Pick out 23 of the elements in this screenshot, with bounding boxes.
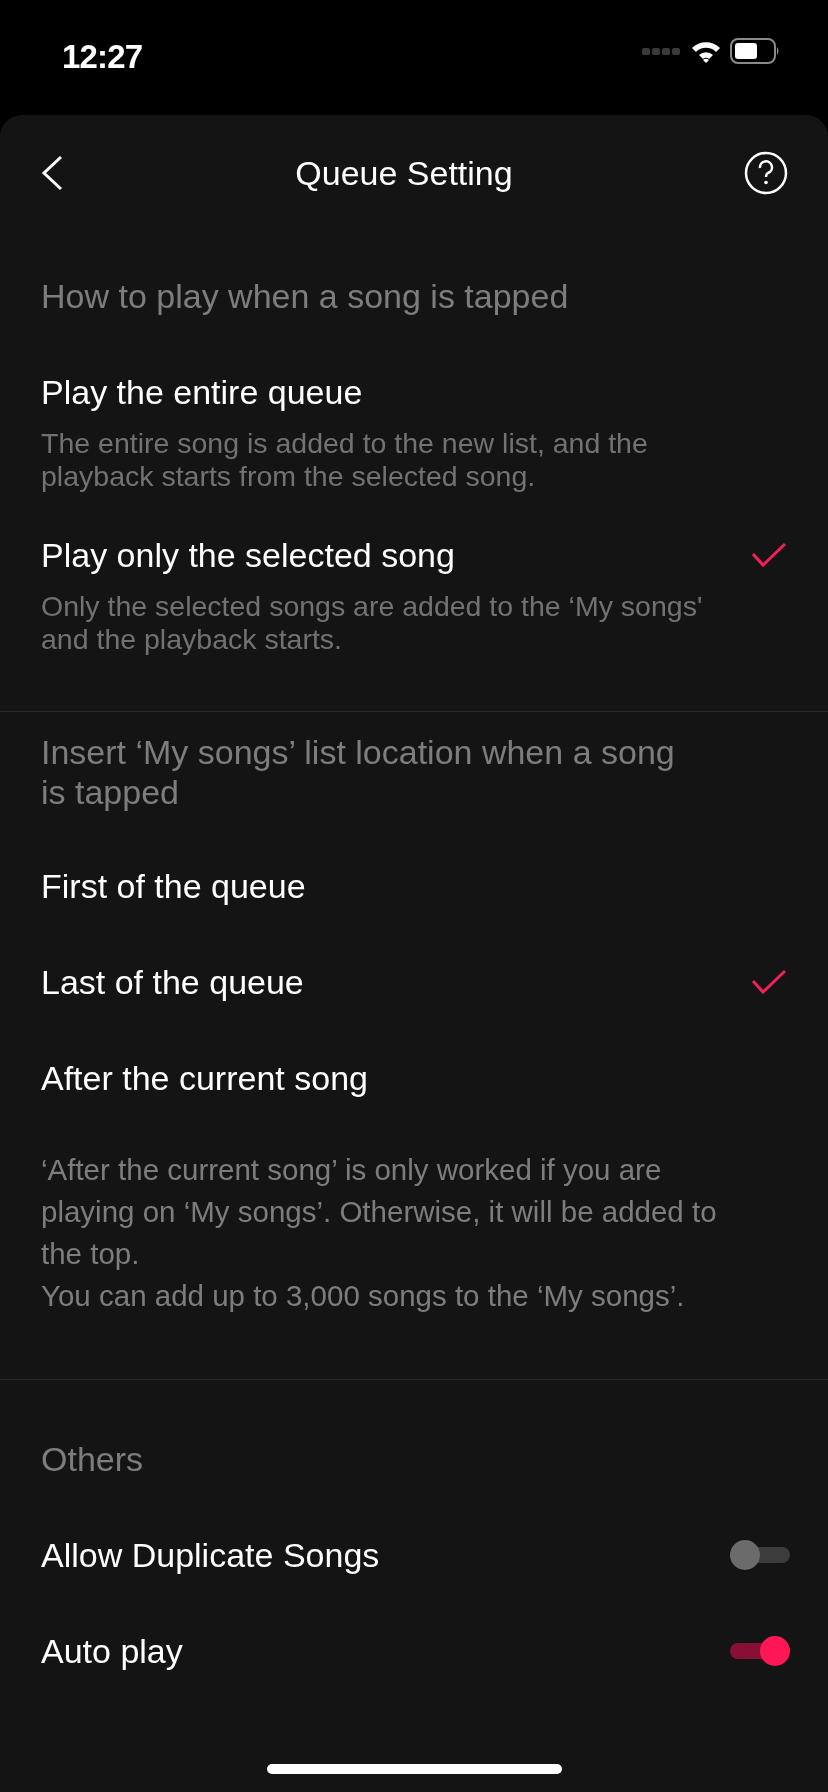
- section-heading: Insert ‘My songs’ list location when a song is tapped: [41, 732, 676, 812]
- option-label[interactable]: Play the entire queue: [41, 366, 363, 418]
- back-icon[interactable]: [40, 155, 64, 191]
- option-label[interactable]: First of the queue: [41, 860, 306, 912]
- screen-title: Queue Setting: [295, 152, 513, 194]
- option-description: The entire song is added to the new list, and the playback starts from the selected song.: [41, 427, 649, 493]
- option-label[interactable]: Last of the queue: [41, 956, 304, 1008]
- status-time: 12:27: [62, 37, 143, 77]
- toggle-switch[interactable]: [730, 1636, 790, 1666]
- note-text: You can add up to 3,000 songs to the ‘My songs’.: [41, 1278, 686, 1314]
- setting-label[interactable]: Auto play: [41, 1625, 183, 1677]
- setting-label[interactable]: Allow Duplicate Songs: [41, 1529, 380, 1581]
- option-label[interactable]: After the current song: [41, 1052, 368, 1104]
- section-heading: How to play when a song is tapped: [41, 276, 570, 317]
- toggle-switch[interactable]: [730, 1540, 790, 1570]
- wifi-icon: [690, 39, 722, 63]
- signal-icon: [642, 46, 682, 56]
- battery-icon: [730, 38, 780, 64]
- note-text: ‘After the current song’ is only worked if you are playing on ‘My songs’. Otherwise, it will be added to the top.: [41, 1152, 718, 1272]
- option-description: Only the selected songs are added to the ‘My songs' and the playback starts.: [41, 590, 704, 656]
- help-icon[interactable]: [744, 151, 788, 195]
- option-label[interactable]: Play only the selected song: [41, 529, 455, 581]
- section-heading: Others: [41, 1439, 145, 1480]
